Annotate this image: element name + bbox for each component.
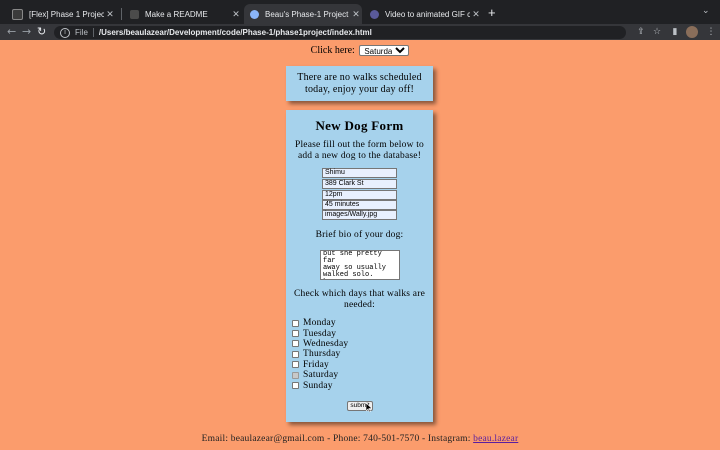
bio-label: Brief bio of your dog: — [315, 230, 404, 240]
day-option-saturday[interactable]: Saturday — [292, 370, 348, 380]
tab-flex-review[interactable]: [Flex] Phase 1 Project Review | ✕ — [6, 4, 116, 24]
menu-kebab-icon[interactable]: ⋮ — [706, 27, 716, 37]
image-url-input[interactable]: images/Wally.jpg — [322, 210, 397, 220]
new-dog-form: New Dog Form Please fill out the form be… — [286, 110, 433, 422]
address-input[interactable]: 389 Clark St — [322, 179, 397, 189]
click-here-label: Click here: — [310, 45, 355, 56]
bookmark-star-icon[interactable]: ☆ — [652, 27, 662, 37]
browser-tab-bar: [Flex] Phase 1 Project Review | ✕ Make a… — [0, 0, 720, 24]
day-option-wednesday[interactable]: Wednesday — [292, 339, 348, 349]
checkbox[interactable] — [292, 340, 299, 348]
close-icon[interactable]: ✕ — [350, 9, 362, 20]
document-icon — [130, 9, 139, 19]
checkbox[interactable] — [292, 350, 299, 358]
tab-make-readme[interactable]: Make a README ✕ — [124, 4, 242, 24]
close-icon[interactable]: ✕ — [104, 9, 116, 20]
duration-input[interactable]: 45 minutes — [322, 200, 397, 210]
day-option-sunday[interactable]: Sunday — [292, 380, 348, 391]
forward-icon[interactable]: → — [22, 24, 31, 40]
slash-icon — [12, 8, 23, 20]
checkbox[interactable] — [292, 330, 299, 338]
dog-name-input[interactable]: Shimu — [322, 168, 397, 178]
day-select[interactable]: Saturday — [359, 45, 410, 57]
walks-status-card: There are no walks scheduled today, enjo… — [286, 66, 433, 101]
reload-icon[interactable]: ↻ — [37, 24, 46, 40]
days-check-label: Check which days that walks are needed: — [294, 289, 425, 310]
days-checklist: Monday Tuesday Wednesday Thursday Friday… — [292, 318, 348, 391]
tab-beaus-project[interactable]: Beau's Phase-1 Project ✕ — [244, 4, 362, 24]
day-option-friday[interactable]: Friday — [292, 360, 348, 370]
address-url: /Users/beaulazear/Development/code/Phase… — [98, 28, 372, 37]
checkbox[interactable] — [292, 361, 299, 369]
contact-footer: Email: beaulazear@gmail.com - Phone: 740… — [0, 434, 720, 444]
bio-textarea[interactable]: but she pretty far away so usually walke… — [320, 250, 400, 280]
close-icon[interactable]: ✕ — [470, 9, 482, 20]
tab-search-chevron-icon[interactable]: ⌄ — [702, 6, 710, 16]
globe-icon — [250, 9, 259, 19]
profile-avatar[interactable] — [686, 26, 698, 38]
form-title: New Dog Form — [315, 118, 404, 133]
day-option-monday[interactable]: Monday — [292, 318, 348, 328]
day-option-tuesday[interactable]: Tuesday — [292, 328, 348, 339]
checkbox[interactable] — [292, 382, 299, 390]
new-tab-button[interactable]: + — [488, 6, 496, 20]
form-instructions: Please fill out the form below to add a … — [294, 140, 425, 161]
sidebar-icon[interactable]: ▮ — [670, 27, 680, 37]
day-select-row: Click here: Saturday — [0, 45, 720, 57]
mouse-cursor-icon — [366, 403, 372, 412]
info-icon[interactable]: i — [60, 27, 70, 38]
instagram-link[interactable]: beau.lazear — [473, 434, 518, 444]
checkbox[interactable] — [292, 371, 299, 379]
tab-gif-converter[interactable]: Video to animated GIF convert ✕ — [364, 4, 482, 24]
day-option-thursday[interactable]: Thursday — [292, 349, 348, 359]
footer-contact-text: Email: beaulazear@gmail.com - Phone: 740… — [201, 434, 471, 444]
close-icon[interactable]: ✕ — [230, 9, 242, 20]
gif-site-icon — [370, 9, 379, 19]
address-bar[interactable]: i File /Users/beaulazear/Development/cod… — [54, 26, 626, 39]
share-icon[interactable]: ⇪ — [636, 27, 646, 37]
no-walks-message: There are no walks scheduled today, enjo… — [297, 72, 422, 95]
back-icon[interactable]: ← — [7, 24, 16, 40]
checkbox[interactable] — [292, 319, 299, 327]
browser-toolbar: ← → ↻ i File /Users/beaulazear/Developme… — [0, 24, 720, 40]
time-input[interactable]: 12pm — [322, 190, 397, 200]
